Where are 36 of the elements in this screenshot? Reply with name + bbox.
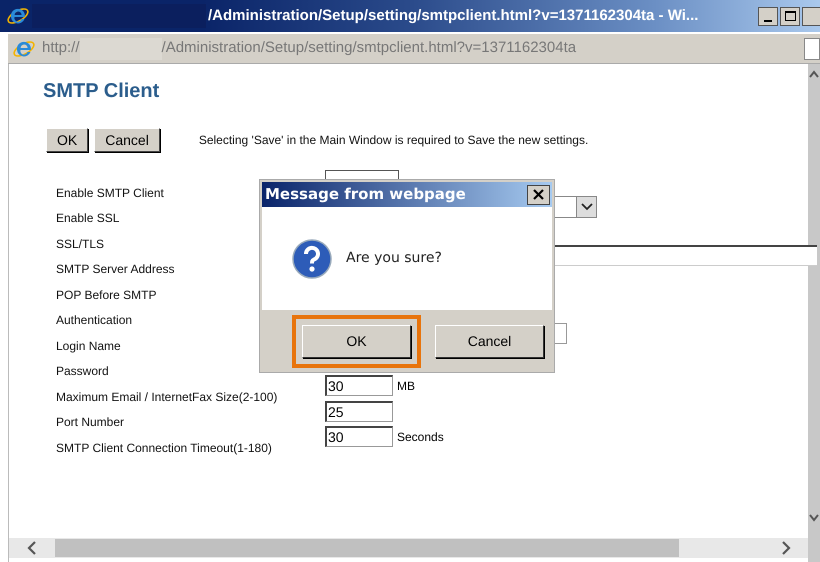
page-button[interactable]: OK xyxy=(46,128,88,152)
maximize-button[interactable] xyxy=(780,6,800,26)
field-label: SMTP Client Connection Timeout(1-180) xyxy=(56,440,272,457)
dialog-title: Message from webpage xyxy=(265,184,466,206)
field-label: SMTP Server Address xyxy=(56,261,174,278)
dialog-button[interactable]: Cancel xyxy=(435,324,544,358)
field-label: Maximum Email / InternetFax Size(2-100) xyxy=(56,388,278,406)
field-label: Login Name xyxy=(56,338,121,355)
input-field[interactable]: 30 xyxy=(325,426,393,447)
dialog-message: Are you sure? xyxy=(346,249,442,268)
scrollbar-thumb[interactable] xyxy=(55,539,679,557)
field-label: Password xyxy=(56,363,109,380)
unit-label: Seconds xyxy=(397,428,444,446)
field-label: POP Before SMTP xyxy=(56,286,156,304)
close-icon xyxy=(533,189,544,200)
url-text: http:// xyxy=(42,38,80,58)
page-button[interactable]: Cancel xyxy=(94,128,160,152)
field-label: Enable SSL xyxy=(56,210,120,228)
question-icon xyxy=(292,238,332,278)
field-label: Port Number xyxy=(56,414,124,432)
unit-label: MB xyxy=(397,378,415,394)
vertical-scrollbar[interactable] xyxy=(808,64,820,562)
page-icon xyxy=(804,38,820,60)
dialog-button[interactable]: OK xyxy=(302,324,411,358)
page-heading: SMTP Client xyxy=(43,79,160,104)
close-button[interactable] xyxy=(527,184,550,204)
input-field[interactable]: 30 xyxy=(325,375,393,396)
save-note: Selecting 'Save' in the Main Window is required to Save the new settings. xyxy=(198,132,588,149)
minimize-button[interactable] xyxy=(758,6,778,26)
horizontal-scrollbar[interactable] xyxy=(9,538,808,558)
input-field[interactable]: 25 xyxy=(325,400,393,422)
field-label: Authentication xyxy=(56,312,132,330)
field-label: Enable SMTP Client xyxy=(56,184,164,202)
field-label: SSL/TLS xyxy=(56,236,104,253)
url-text: /Administration/Setup/setting/smtpclient.html?v=1371162304ta xyxy=(162,38,576,58)
window-title: /Administration/Setup/setting/smtpclient.html?v=1371162304ta - Wi... xyxy=(208,6,698,26)
